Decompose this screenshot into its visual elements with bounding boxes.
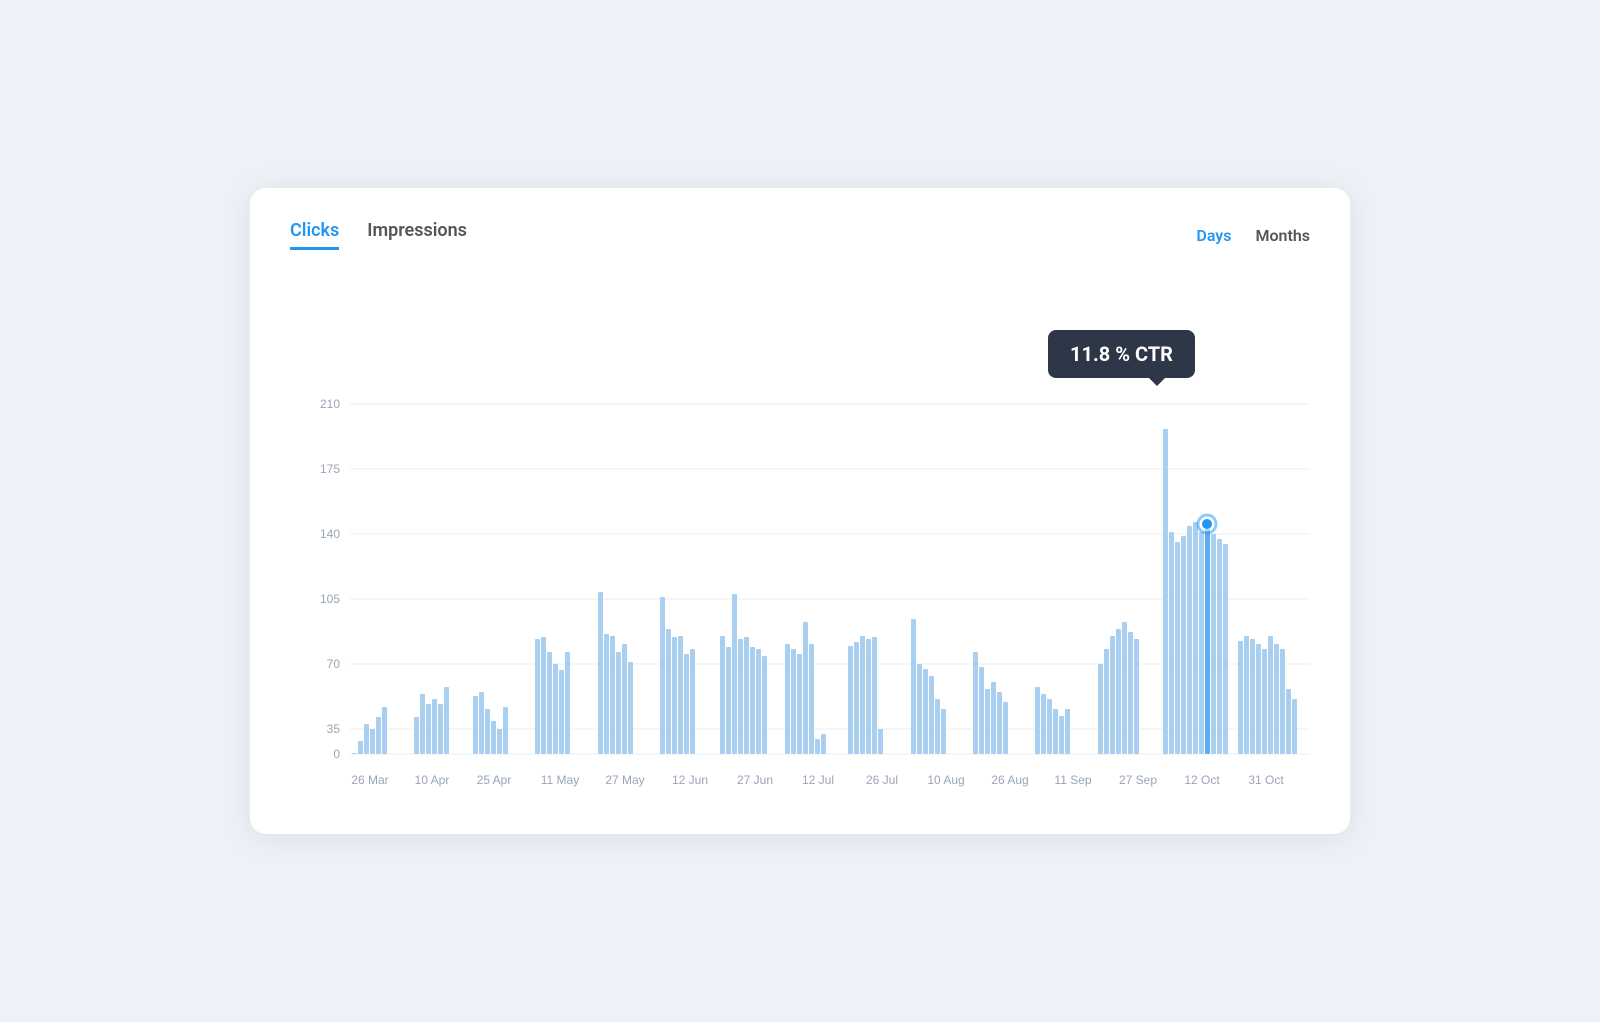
svg-text:12 Jul: 12 Jul bbox=[802, 773, 834, 787]
svg-text:70: 70 bbox=[327, 657, 341, 671]
svg-text:25 Apr: 25 Apr bbox=[477, 773, 512, 787]
metric-tabs: Clicks Impressions bbox=[290, 220, 467, 250]
chart-header: Clicks Impressions Days Months bbox=[290, 220, 1310, 250]
svg-text:26 Aug: 26 Aug bbox=[991, 773, 1028, 787]
svg-text:140: 140 bbox=[320, 527, 340, 541]
analytics-card: Clicks Impressions Days Months 11.8 % CT… bbox=[250, 188, 1350, 834]
svg-text:35: 35 bbox=[327, 722, 341, 736]
svg-text:27 Sep: 27 Sep bbox=[1119, 773, 1157, 787]
bar-chart: .grid-line { stroke: #e8edf2; stroke-wid… bbox=[290, 274, 1310, 794]
svg-text:11 May: 11 May bbox=[541, 773, 579, 787]
svg-text:27 Jun: 27 Jun bbox=[737, 773, 773, 787]
svg-text:0: 0 bbox=[333, 747, 340, 761]
chart-container: 11.8 % CTR .grid-line { stroke: #e8edf2;… bbox=[290, 274, 1310, 794]
svg-text:11 Sep: 11 Sep bbox=[1054, 773, 1091, 787]
svg-text:175: 175 bbox=[320, 462, 340, 476]
svg-text:12 Jun: 12 Jun bbox=[672, 773, 708, 787]
svg-text:26 Mar: 26 Mar bbox=[351, 773, 388, 787]
period-days[interactable]: Days bbox=[1196, 226, 1231, 245]
period-tabs: Days Months bbox=[1196, 226, 1310, 245]
svg-text:10 Aug: 10 Aug bbox=[927, 773, 964, 787]
svg-text:27 May: 27 May bbox=[605, 773, 644, 787]
svg-text:26 Jul: 26 Jul bbox=[866, 773, 898, 787]
svg-text:31 Oct: 31 Oct bbox=[1248, 773, 1284, 787]
svg-text:10 Apr: 10 Apr bbox=[415, 773, 450, 787]
tab-impressions[interactable]: Impressions bbox=[367, 220, 467, 250]
svg-text:12 Oct: 12 Oct bbox=[1184, 773, 1220, 787]
svg-text:210: 210 bbox=[320, 397, 340, 411]
tab-clicks[interactable]: Clicks bbox=[290, 220, 339, 250]
svg-text:105: 105 bbox=[320, 592, 340, 606]
period-months[interactable]: Months bbox=[1255, 226, 1310, 245]
